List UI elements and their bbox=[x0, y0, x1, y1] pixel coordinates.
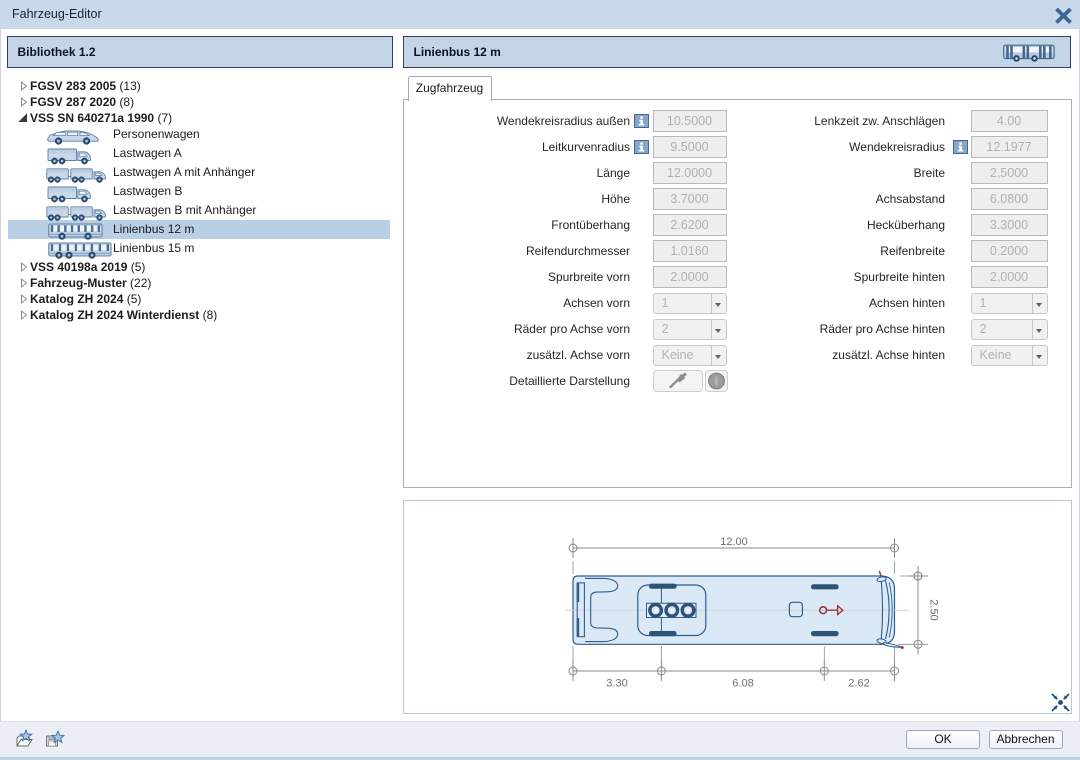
svg-text:6.08: 6.08 bbox=[732, 678, 753, 690]
svg-text:2.62: 2.62 bbox=[848, 678, 869, 690]
svg-text:12.00: 12.00 bbox=[720, 536, 748, 548]
svg-text:3.30: 3.30 bbox=[606, 678, 627, 690]
svg-text:2.50: 2.50 bbox=[928, 599, 940, 620]
